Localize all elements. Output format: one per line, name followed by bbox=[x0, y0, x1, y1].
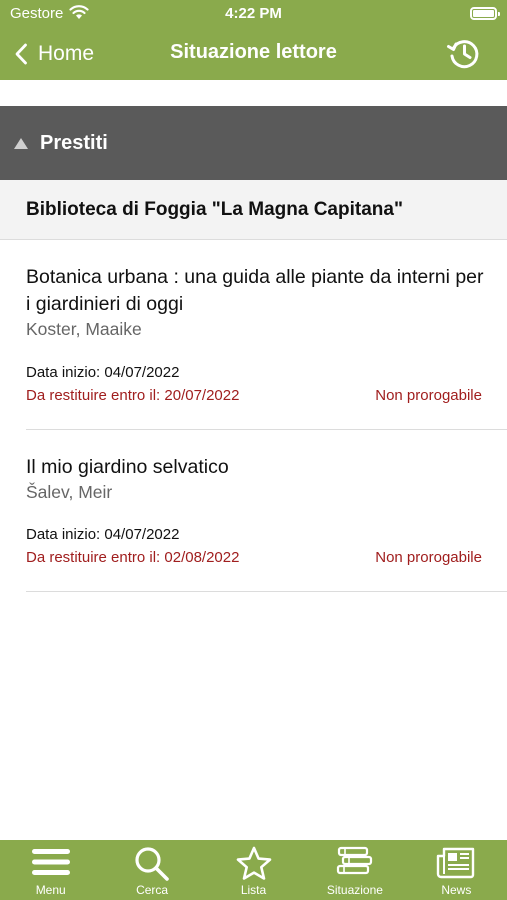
library-header: Biblioteca di Foggia "La Magna Capitana" bbox=[0, 180, 507, 240]
tab-label: News bbox=[441, 883, 472, 897]
top-bar: Gestore 4:22 PM Home Situazione lettore bbox=[0, 0, 507, 80]
loan-start-date: Data inizio: 04/07/2022 bbox=[26, 364, 180, 381]
tab-lista[interactable]: Lista bbox=[203, 840, 304, 900]
loan-renewal-status: Non prorogabile bbox=[375, 549, 482, 566]
books-icon bbox=[336, 846, 373, 875]
tab-label: Menu bbox=[35, 883, 66, 897]
status-bar: Gestore 4:22 PM bbox=[0, 0, 507, 28]
tab-cerca[interactable]: Cerca bbox=[101, 840, 202, 900]
collapse-triangle-icon bbox=[14, 137, 28, 149]
section-header-prestiti[interactable]: Prestiti bbox=[0, 106, 507, 180]
navigation-bar: Home Situazione lettore bbox=[0, 28, 507, 80]
screen: Gestore 4:22 PM Home Situazione lettore bbox=[0, 0, 507, 900]
star-icon bbox=[236, 846, 271, 880]
loan-due-date: Da restituire entro il: 02/08/2022 bbox=[26, 549, 240, 566]
loan-item[interactable]: Botanica urbana : una guida alle piante … bbox=[26, 240, 507, 430]
loan-renewal-status: Non prorogabile bbox=[375, 387, 482, 404]
section-title: Prestiti bbox=[40, 131, 108, 154]
loan-item[interactable]: Il mio giardino selvatico Šalev, Meir Da… bbox=[26, 430, 507, 592]
loan-title: Botanica urbana : una guida alle piante … bbox=[26, 266, 484, 315]
battery-icon bbox=[470, 7, 500, 20]
tab-situazione[interactable]: Situazione bbox=[304, 840, 405, 900]
status-time: 4:22 PM bbox=[225, 5, 282, 22]
loan-title: Il mio giardino selvatico bbox=[26, 456, 229, 478]
library-name: Biblioteca di Foggia "La Magna Capitana" bbox=[26, 198, 403, 220]
loan-author: Šalev, Meir bbox=[26, 482, 113, 502]
tab-label: Cerca bbox=[136, 883, 169, 897]
newspaper-icon bbox=[437, 847, 475, 879]
loan-author: Koster, Maaike bbox=[26, 319, 142, 339]
history-icon[interactable] bbox=[445, 34, 483, 72]
tab-label: Lista bbox=[240, 883, 267, 897]
tab-label: Situazione bbox=[326, 883, 383, 897]
tab-menu[interactable]: Menu bbox=[0, 840, 101, 900]
search-icon bbox=[135, 847, 169, 881]
tab-bar: Menu Cerca Lista Situazione News bbox=[0, 840, 507, 900]
spacer bbox=[0, 80, 507, 106]
tab-news[interactable]: News bbox=[406, 840, 507, 900]
loan-start-date: Data inizio: 04/07/2022 bbox=[26, 526, 180, 543]
menu-icon bbox=[31, 849, 70, 875]
loan-due-date: Da restituire entro il: 20/07/2022 bbox=[26, 387, 240, 404]
page-title: Situazione lettore bbox=[170, 41, 337, 63]
